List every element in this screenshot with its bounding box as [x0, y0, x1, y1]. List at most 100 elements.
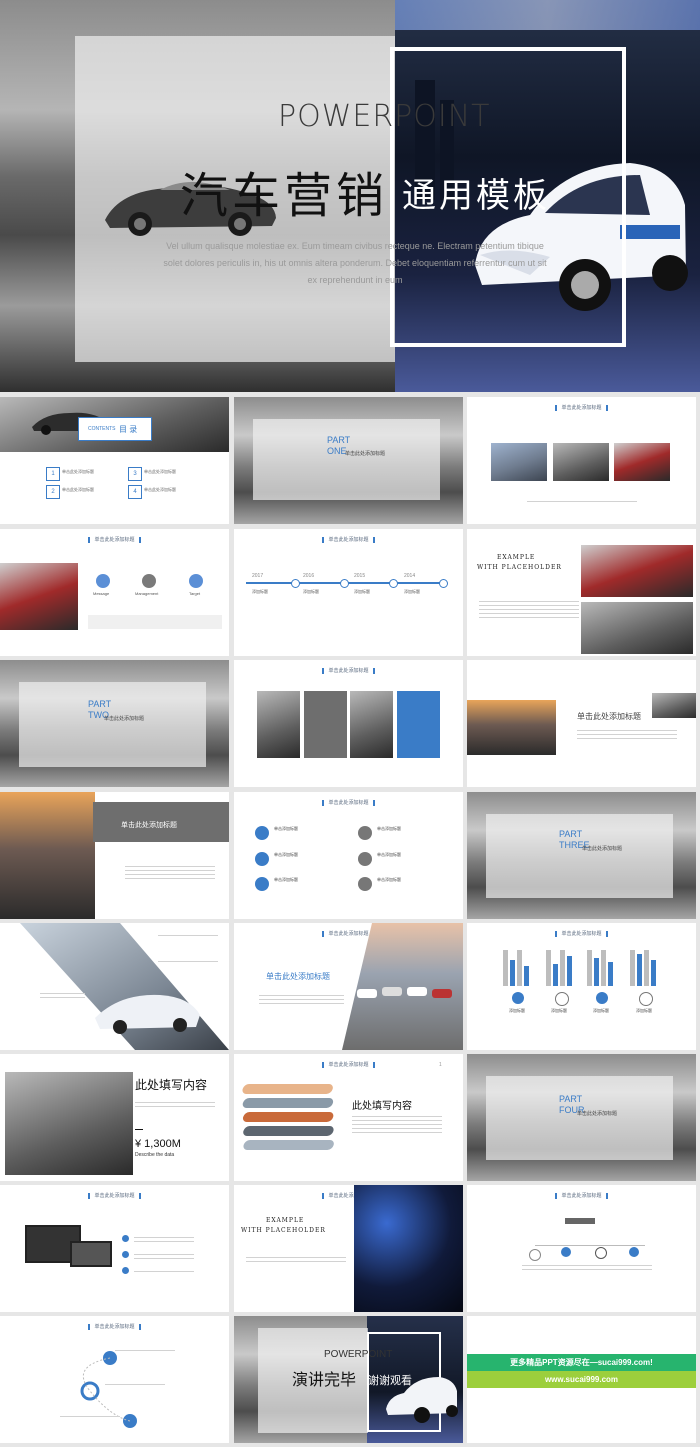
feature-label: Management — [135, 591, 159, 596]
bar-label: 添加标题 — [593, 1008, 609, 1013]
bar-label: 添加标题 — [551, 1008, 567, 1013]
part-label: PART — [88, 699, 112, 709]
list-item-title: 单击添加标题 — [377, 826, 401, 831]
car-lineup-photo — [342, 923, 463, 1050]
slide-process[interactable]: 单击此处添加标题 — [467, 1185, 696, 1312]
slide-header: 单击此处添加标题 — [555, 1193, 608, 1199]
cover-subtitle: 通用模板 — [402, 176, 550, 216]
slide-title: 此处填写内容 — [135, 1078, 208, 1092]
part-veil — [253, 419, 440, 500]
timeline-item: 添加标题 — [252, 589, 268, 594]
gray-card — [304, 691, 347, 758]
slide-header: 单击此处添加标题 — [555, 405, 608, 411]
search-icon — [639, 992, 653, 1006]
example-subtitle: WITH PLACEHOLDER — [477, 564, 562, 571]
slide-car-lineup[interactable]: 单击此处添加标题 单击此处添加标题 — [234, 923, 463, 1050]
car-photo — [257, 691, 300, 758]
contents-title: 目 录 — [119, 425, 138, 434]
slide-header: 单击此处添加标题 — [88, 537, 141, 543]
slide-contents[interactable]: CONTENTS 目 录 1 单击此处添加标题 3 单击此处添加标题 2 单击此… — [0, 397, 229, 524]
slide-part-one[interactable]: PART ONE 单击此处添加标题 — [234, 397, 463, 524]
slide-corvette[interactable]: 单击此处添加标题 — [0, 792, 229, 919]
list-dot — [122, 1235, 129, 1242]
price-caption: Describe the data — [135, 1152, 175, 1158]
slide-icon-list[interactable]: 单击此处添加标题 单击添加标题 单击添加标题 单击添加标题 单击添加标题 单击添… — [234, 792, 463, 919]
search-icon — [595, 1247, 607, 1259]
feature-label: Message — [93, 591, 110, 596]
red-car-photo — [0, 563, 78, 630]
timeline-year: 2017 — [252, 573, 264, 579]
slide-example[interactable]: EXAMPLE WITH PLACEHOLDER — [467, 529, 696, 656]
slide-four-cards[interactable]: 单击此处添加标题 — [234, 660, 463, 787]
blue-card — [397, 691, 440, 758]
part-number: ONE — [327, 446, 347, 456]
sports-car-photo — [0, 792, 95, 919]
slide-header: 单击此处添加标题 — [322, 537, 375, 543]
slide-part-two[interactable]: PART TWO 单击此处添加标题 — [0, 660, 229, 787]
contents-number: 4 — [128, 485, 142, 499]
slide-road[interactable]: 单击此处添加标题 — [467, 660, 696, 787]
list-item-title: 单击添加标题 — [274, 826, 298, 831]
timeline-node — [291, 579, 300, 588]
slide-circles[interactable]: 单击此处添加标题 — [0, 1316, 229, 1443]
ad-link[interactable]: www.sucai999.com — [467, 1375, 696, 1384]
contents-number: 2 — [46, 485, 60, 499]
part-subtitle: 单击此处添加标题 — [577, 1111, 618, 1117]
slide-header: 单击此处添加标题 — [88, 1324, 141, 1330]
slide-strips[interactable]: 单击此处添加标题 1 此处填写内容 — [234, 1054, 463, 1181]
part-veil — [19, 682, 206, 767]
slide-header: 单击此处添加标题 — [555, 931, 608, 937]
white-coupe-photo — [581, 545, 693, 597]
slide-price[interactable]: 此处填写内容 ¥ 1,300M Describe the data — [0, 1054, 229, 1181]
city-car-photo — [491, 443, 547, 481]
price-value: ¥ 1,300M — [135, 1138, 181, 1150]
slide-ending[interactable]: POWERPOINT 演讲完毕 谢谢观看 — [234, 1316, 463, 1443]
brand-wordmark: POWERPOINT — [324, 1349, 393, 1360]
slide-diagonal-car[interactable] — [0, 923, 229, 1050]
list-item-title: 单击添加标题 — [377, 877, 401, 882]
globe-icon — [512, 992, 524, 1004]
strip-photo-collage — [242, 1084, 334, 1150]
process-line — [535, 1245, 645, 1246]
list-item-title: 单击添加标题 — [274, 852, 298, 857]
slide-timeline[interactable]: 单击此处添加标题 2017 2016 2015 2014 添加标题 添加标题 添… — [234, 529, 463, 656]
ceiling-light — [395, 0, 700, 30]
list-item-title: 单击添加标题 — [274, 877, 298, 882]
contents-item: 单击此处添加标题 — [62, 487, 94, 492]
slide-message[interactable]: 单击此处添加标题 Message Management Target — [0, 529, 229, 656]
slide-night-car[interactable]: 单击此处添加标题 EXAMPLE WITH PLACEHOLDER — [234, 1185, 463, 1312]
slide-part-four[interactable]: PART FOUR 单击此处添加标题 — [467, 1054, 696, 1181]
example-title: EXAMPLE — [497, 554, 536, 561]
slide-bar-chart[interactable]: 单击此处添加标题 添加标题 添加标题 添加标题 添加标题 — [467, 923, 696, 1050]
bar-group — [587, 950, 617, 986]
slide-part-three[interactable]: PART THREE 单击此处添加标题 — [467, 792, 696, 919]
document-icon — [255, 877, 269, 891]
bulb-icon — [561, 1247, 571, 1257]
car-thumbnail — [652, 693, 696, 718]
contents-item: 单击此处添加标题 — [62, 469, 94, 474]
road-photo — [467, 700, 556, 755]
motion-car-photo — [581, 602, 693, 654]
slide-photos[interactable]: 单击此处添加标题 — [467, 397, 696, 524]
slide-title: 单击此处添加标题 — [266, 972, 330, 981]
bar-label: 添加标题 — [636, 1008, 652, 1013]
slide-title: 此处填写内容 — [352, 1101, 412, 1112]
settings-icon — [555, 992, 569, 1006]
slide-advert[interactable]: 更多精品PPT资源尽在—sucai999.com! www.sucai999.c… — [467, 1316, 696, 1443]
part-label: PART — [327, 435, 351, 445]
cloud-icon — [255, 852, 269, 866]
message-icon — [96, 574, 110, 588]
cover-slide[interactable]: POWERPOINT 汽车营销 通用模板 Vel ullum qualisque… — [0, 0, 700, 392]
part-label: PART — [559, 1094, 583, 1104]
timeline-item: 添加标题 — [303, 589, 319, 594]
ending-subtitle: 谢谢观看 — [368, 1374, 412, 1387]
timeline-node — [389, 579, 398, 588]
diagonal-car-photo — [20, 923, 229, 1050]
list-item-title: 单击添加标题 — [377, 852, 401, 857]
laptop-device — [70, 1241, 112, 1267]
example-subtitle: WITH PLACEHOLDER — [241, 1227, 326, 1234]
list-dot — [122, 1267, 129, 1274]
timeline-year: 2016 — [303, 573, 315, 579]
contents-label: CONTENTS — [88, 426, 116, 432]
slide-devices[interactable]: 单击此处添加标题 — [0, 1185, 229, 1312]
